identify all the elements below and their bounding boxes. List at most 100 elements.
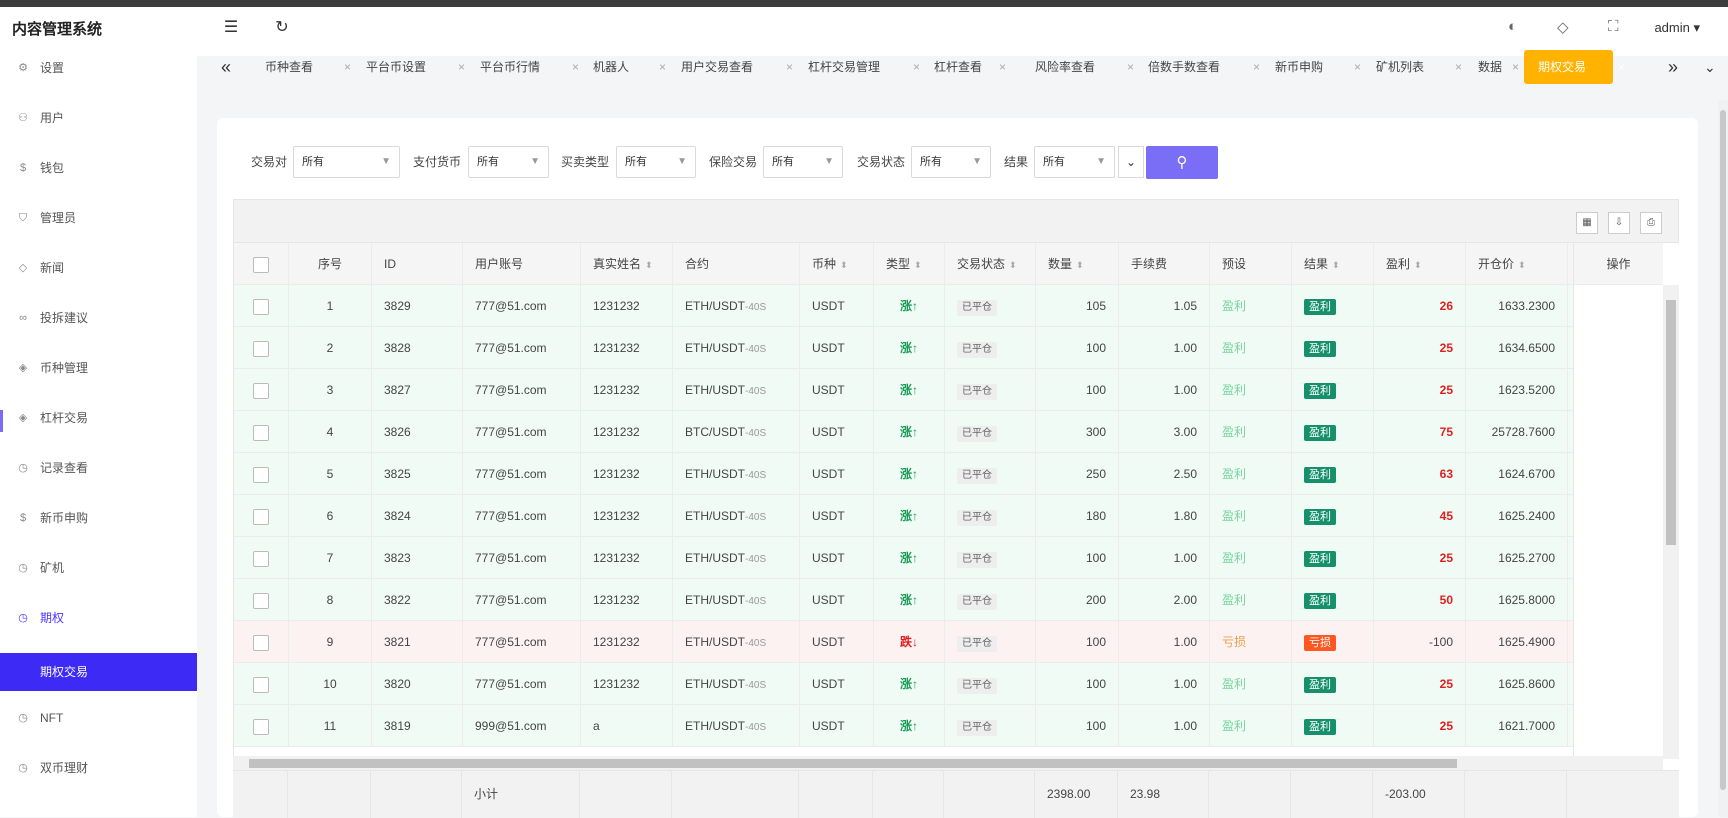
- row-checkbox[interactable]: [253, 634, 269, 651]
- menu-fold-icon[interactable]: ☰: [220, 17, 242, 39]
- sidebar-item[interactable]: ⚙ 设置: [0, 53, 197, 83]
- row-checkbox[interactable]: [253, 550, 269, 567]
- filter-select[interactable]: 所有 ▼: [911, 146, 991, 178]
- sidebar-item[interactable]: ∞ 投拆建议: [0, 303, 197, 333]
- sidebar-item[interactable]: ◷ 期权: [0, 603, 197, 633]
- sidebar-item[interactable]: ◷ 矿机: [0, 553, 197, 583]
- sort-icon[interactable]: ⬍: [1518, 260, 1526, 270]
- close-icon[interactable]: ×: [572, 50, 579, 84]
- filter-select[interactable]: 所有 ▼: [1034, 146, 1115, 178]
- tab[interactable]: 杠杆查看 ×: [934, 50, 1011, 84]
- row-checkbox[interactable]: [253, 508, 269, 525]
- row-checkbox[interactable]: [253, 592, 269, 609]
- table-horizontal-scroll-thumb[interactable]: [249, 759, 1457, 768]
- column-header[interactable]: 交易状态: [957, 257, 1005, 271]
- row-checkbox[interactable]: [253, 718, 269, 735]
- table-row[interactable]: 3 3827 777@51.com 1231232 ETH/USDT-40S USDT 涨↑…: [234, 369, 1662, 411]
- filter-select[interactable]: 所有 ▼: [468, 146, 549, 178]
- close-icon[interactable]: ×: [1354, 50, 1361, 84]
- fullscreen-icon[interactable]: ⛶: [1608, 18, 1619, 35]
- tabs-scroll-left-icon[interactable]: «: [221, 50, 231, 84]
- search-button[interactable]: ⚲: [1146, 146, 1218, 179]
- select-all-checkbox[interactable]: [253, 256, 269, 273]
- table-vertical-scroll-thumb[interactable]: [1666, 300, 1676, 545]
- row-checkbox[interactable]: [253, 424, 269, 441]
- sidebar-item[interactable]: ⚇ 用户: [0, 103, 197, 133]
- column-header[interactable]: 序号: [318, 257, 342, 271]
- tab[interactable]: 数据 ×: [1478, 50, 1524, 84]
- table-row[interactable]: 1 3829 777@51.com 1231232 ETH/USDT-40S USDT 涨↑…: [234, 285, 1662, 327]
- palette-icon[interactable]: ◐: [1508, 18, 1517, 35]
- row-checkbox[interactable]: [253, 340, 269, 357]
- sidebar-item[interactable]: ◷ 双币理财: [0, 753, 197, 783]
- filter-select[interactable]: 所有 ▼: [616, 146, 696, 178]
- column-header[interactable]: 盈利: [1386, 257, 1410, 271]
- sort-icon[interactable]: ⬍: [1414, 260, 1422, 270]
- table-row[interactable]: 8 3822 777@51.com 1231232 ETH/USDT-40S USDT 涨↑…: [234, 579, 1662, 621]
- column-header[interactable]: 开仓价: [1478, 257, 1514, 271]
- close-icon[interactable]: ×: [786, 50, 793, 84]
- close-icon[interactable]: ×: [344, 50, 351, 84]
- sort-icon[interactable]: ⬍: [840, 260, 848, 270]
- export-icon[interactable]: ⇩: [1608, 212, 1630, 234]
- column-header[interactable]: 类型: [886, 257, 910, 271]
- column-header[interactable]: 真实姓名: [593, 257, 641, 271]
- table-row[interactable]: 11 3819 999@51.com a ETH/USDT-40S USDT 涨↑ 已平仓 10…: [234, 705, 1662, 747]
- table-row[interactable]: 2 3828 777@51.com 1231232 ETH/USDT-40S USDT 涨↑…: [234, 327, 1662, 369]
- close-icon[interactable]: ×: [1512, 50, 1519, 84]
- sidebar-subitem-options-trade[interactable]: 期权交易: [0, 653, 197, 691]
- sort-icon[interactable]: ⬍: [914, 260, 922, 270]
- sidebar-item[interactable]: ⛉ 管理员: [0, 203, 197, 233]
- table-row[interactable]: 9 3821 777@51.com 1231232 ETH/USDT-40S USDT 跌↓…: [234, 621, 1662, 663]
- close-icon[interactable]: ×: [1455, 50, 1462, 84]
- close-icon[interactable]: ×: [913, 50, 920, 84]
- close-icon[interactable]: ×: [659, 50, 666, 84]
- tab[interactable]: 新币申购 ×: [1275, 50, 1366, 84]
- close-icon[interactable]: ×: [1618, 50, 1625, 84]
- row-checkbox[interactable]: [253, 466, 269, 483]
- sidebar-item[interactable]: ◷ 记录查看: [0, 453, 197, 483]
- sort-icon[interactable]: ⬍: [1332, 260, 1340, 270]
- column-header[interactable]: ID: [384, 257, 396, 271]
- sort-icon[interactable]: ⬍: [645, 260, 653, 270]
- page-scroll-thumb[interactable]: [1720, 110, 1726, 790]
- filter-select[interactable]: 所有 ▼: [763, 146, 843, 178]
- filter-select[interactable]: 所有 ▼: [293, 146, 400, 178]
- column-header[interactable]: 预设: [1222, 257, 1246, 271]
- close-icon[interactable]: ×: [1253, 50, 1260, 84]
- print-icon[interactable]: ⎙: [1640, 212, 1662, 234]
- table-row[interactable]: 4 3826 777@51.com 1231232 BTC/USDT-40S USDT 涨↑…: [234, 411, 1662, 453]
- row-checkbox[interactable]: [253, 298, 269, 315]
- sidebar-item[interactable]: $ 钱包: [0, 153, 197, 183]
- sidebar-item[interactable]: ◷ NFT: [0, 703, 197, 733]
- close-icon[interactable]: ×: [999, 50, 1006, 84]
- close-icon[interactable]: ×: [458, 50, 465, 84]
- sidebar-item[interactable]: $ 新币申购: [0, 503, 197, 533]
- tag-icon[interactable]: ◇: [1557, 18, 1569, 36]
- sort-icon[interactable]: ⬍: [1009, 260, 1017, 270]
- tab[interactable]: 风险率查看 ×: [1035, 50, 1139, 84]
- column-header[interactable]: 数量: [1048, 257, 1072, 271]
- tab[interactable]: 平台币行情 ×: [480, 50, 584, 84]
- refresh-icon[interactable]: ↻: [271, 17, 293, 39]
- tab[interactable]: 倍数手数查看 ×: [1148, 50, 1265, 84]
- column-header[interactable]: 币种: [812, 257, 836, 271]
- table-row[interactable]: 5 3825 777@51.com 1231232 ETH/USDT-40S USDT 涨↑…: [234, 453, 1662, 495]
- tab[interactable]: 矿机列表 ×: [1376, 50, 1467, 84]
- tabs-menu-chevron-icon[interactable]: ⌄: [1704, 50, 1716, 84]
- tab[interactable]: 杠杆交易管理 ×: [808, 50, 925, 84]
- sidebar-item[interactable]: ◇ 新闻: [0, 253, 197, 283]
- sidebar-item[interactable]: ◈ 杠杆交易: [0, 403, 197, 433]
- column-header[interactable]: 用户账号: [475, 257, 523, 271]
- close-icon[interactable]: ×: [1127, 50, 1134, 84]
- user-menu[interactable]: admin ▾: [1654, 20, 1700, 36]
- tab[interactable]: 期权交易 ×: [1524, 50, 1625, 84]
- columns-filter-icon[interactable]: ▦: [1576, 212, 1598, 234]
- column-header[interactable]: 手续费: [1131, 257, 1167, 271]
- table-row[interactable]: 7 3823 777@51.com 1231232 ETH/USDT-40S USDT 涨↑…: [234, 537, 1662, 579]
- sort-icon[interactable]: ⬍: [1076, 260, 1084, 270]
- column-header[interactable]: 合约: [685, 257, 709, 271]
- table-row[interactable]: 10 3820 777@51.com 1231232 ETH/USDT-40S USDT 涨…: [234, 663, 1662, 705]
- tabs-scroll-right-icon[interactable]: »: [1668, 50, 1678, 84]
- row-checkbox[interactable]: [253, 676, 269, 693]
